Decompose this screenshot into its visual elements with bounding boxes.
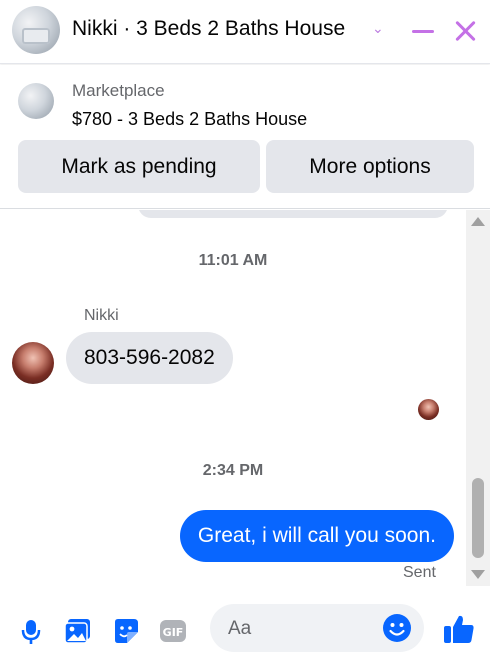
mark-as-pending-button[interactable]: Mark as pending — [18, 140, 260, 193]
emoji-icon[interactable] — [382, 613, 412, 643]
photo-icon[interactable] — [63, 616, 93, 646]
sender-avatar[interactable] — [12, 342, 54, 384]
message-input[interactable]: Aa — [210, 604, 424, 652]
scrollbar-thumb[interactable] — [472, 478, 484, 558]
incoming-message[interactable]: 803-596-2082 — [66, 332, 233, 384]
gif-label: GIF — [163, 626, 184, 639]
chat-header: Nikki · 3 Beds 2 Baths House ⌄ — [0, 0, 490, 64]
previous-message-bubble — [138, 210, 448, 218]
scroll-down-arrow-icon[interactable] — [471, 570, 485, 579]
message-list[interactable]: 11:01 AM Nikki 803-596-2082 2:34 PM Grea… — [0, 210, 490, 596]
scroll-up-arrow-icon[interactable] — [471, 217, 485, 226]
gif-icon[interactable]: GIF — [158, 616, 188, 646]
close-icon[interactable] — [452, 18, 478, 44]
timestamp: 2:34 PM — [202, 462, 264, 479]
sticker-icon[interactable] — [111, 616, 141, 646]
timestamp: 11:01 AM — [198, 252, 268, 269]
minimize-icon[interactable] — [412, 30, 434, 33]
message-input-placeholder: Aa — [228, 618, 252, 639]
outgoing-message[interactable]: Great, i will call you soon. — [179, 510, 454, 562]
listing-title[interactable]: $780 - 3 Beds 2 Baths House — [72, 109, 307, 130]
marketplace-listing-panel: Marketplace $780 - 3 Beds 2 Baths House … — [0, 65, 490, 209]
read-receipt-avatar — [418, 399, 439, 420]
listing-thumbnail[interactable] — [18, 83, 54, 119]
message-composer: GIF Aa — [0, 596, 490, 664]
chat-title[interactable]: Nikki · 3 Beds 2 Baths House — [72, 17, 345, 41]
microphone-icon[interactable] — [16, 616, 46, 646]
thumbs-up-icon[interactable] — [442, 612, 476, 646]
sender-name: Nikki — [84, 307, 119, 324]
listing-avatar[interactable] — [12, 6, 60, 54]
marketplace-label: Marketplace — [72, 81, 165, 100]
chevron-down-icon[interactable]: ⌄ — [372, 20, 384, 37]
more-options-button[interactable]: More options — [266, 140, 474, 193]
message-status: Sent — [403, 564, 436, 581]
